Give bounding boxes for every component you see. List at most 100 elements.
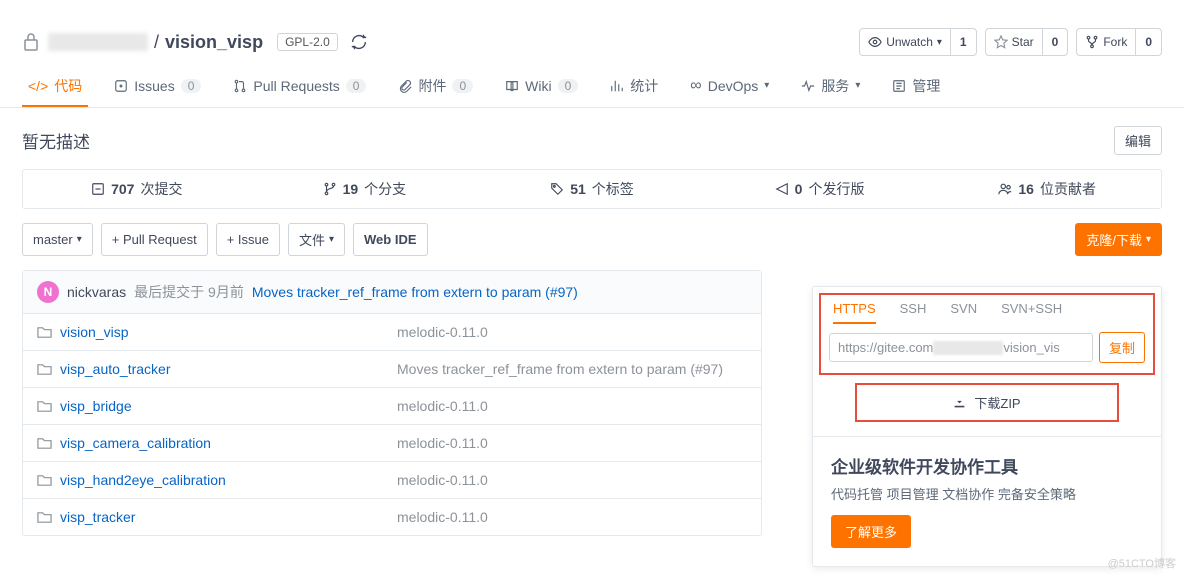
- download-zip-button[interactable]: 下载ZIP: [855, 383, 1119, 422]
- file-name[interactable]: vision_visp: [37, 324, 397, 340]
- devops-icon: ∞: [690, 77, 701, 95]
- web-ide-button[interactable]: Web IDE: [353, 223, 428, 256]
- tag-icon: [550, 182, 564, 196]
- file-commit-msg[interactable]: melodic-0.11.0: [397, 324, 488, 340]
- sync-icon[interactable]: [350, 33, 368, 51]
- clone-tab-svnssh[interactable]: SVN+SSH: [1001, 301, 1062, 324]
- file-name[interactable]: visp_bridge: [37, 398, 397, 414]
- file-row[interactable]: visp_hand2eye_calibrationmelodic-0.11.0: [23, 462, 761, 499]
- clone-url-input[interactable]: https://gitee.com vision_vis: [829, 333, 1093, 362]
- file-commit-msg[interactable]: melodic-0.11.0: [397, 435, 488, 451]
- learn-more-button[interactable]: 了解更多: [831, 515, 911, 548]
- path-separator: /: [154, 32, 159, 53]
- repo-title-group: / vision_visp GPL-2.0: [22, 32, 368, 53]
- folder-icon: [37, 362, 52, 377]
- folder-icon: [37, 510, 52, 525]
- repo-tabs: </>代码 Issues0 Pull Requests0 附件0 Wiki0 统…: [0, 66, 1184, 108]
- license-badge[interactable]: GPL-2.0: [277, 33, 338, 51]
- file-row[interactable]: visp_auto_trackerMoves tracker_ref_frame…: [23, 351, 761, 388]
- promo-desc: 代码托管 项目管理 文档协作 完备安全策略: [831, 484, 1143, 503]
- unwatch-button[interactable]: Unwatch▾ 1: [859, 28, 976, 56]
- branch-icon: [323, 182, 337, 196]
- promo-box: 企业级软件开发协作工具 代码托管 项目管理 文档协作 完备安全策略 了解更多: [813, 436, 1161, 566]
- folder-icon: [37, 473, 52, 488]
- repo-header: / vision_visp GPL-2.0 Unwatch▾ 1 Star 0 …: [0, 0, 1184, 66]
- commit-message-link[interactable]: Moves tracker_ref_frame from extern to p…: [252, 284, 578, 300]
- clone-tab-svn[interactable]: SVN: [950, 301, 977, 324]
- attach-icon: [398, 79, 412, 93]
- branches-stat[interactable]: 19个分支: [251, 170, 479, 208]
- stats-icon: [610, 79, 624, 93]
- file-commit-msg[interactable]: melodic-0.11.0: [397, 472, 488, 488]
- releases-stat[interactable]: 0个发行版: [706, 170, 934, 208]
- lock-icon: [22, 32, 40, 52]
- tab-devops[interactable]: ∞DevOps▾: [684, 66, 775, 107]
- clone-url-row: https://gitee.com vision_vis 复制: [829, 332, 1145, 363]
- issues-icon: [114, 79, 128, 93]
- description-row: 暂无描述 编辑: [0, 108, 1184, 169]
- tab-attach[interactable]: 附件0: [392, 66, 479, 107]
- last-commit-row: N nickvaras 最后提交于 9月前 Moves tracker_ref_…: [23, 271, 761, 314]
- folder-icon: [37, 325, 52, 340]
- file-name[interactable]: visp_hand2eye_calibration: [37, 472, 397, 488]
- promo-title: 企业级软件开发协作工具: [831, 453, 1143, 478]
- file-name[interactable]: visp_camera_calibration: [37, 435, 397, 451]
- pull-icon: [233, 79, 247, 93]
- contributors-stat[interactable]: 16位贡献者: [933, 170, 1161, 208]
- file-name[interactable]: visp_tracker: [37, 509, 397, 525]
- url-blurred: [933, 341, 1003, 355]
- avatar[interactable]: N: [37, 281, 59, 303]
- tab-manage[interactable]: 管理: [886, 66, 946, 107]
- clone-download-button[interactable]: 克隆/下载▾: [1075, 223, 1162, 256]
- wiki-icon: [505, 79, 519, 93]
- repo-actions: Unwatch▾ 1 Star 0 Fork 0: [859, 28, 1162, 56]
- owner-name-blurred: [48, 33, 148, 51]
- tab-stats[interactable]: 统计: [604, 66, 664, 107]
- new-pull-request-button[interactable]: + Pull Request: [101, 223, 208, 256]
- file-row[interactable]: visp_bridgemelodic-0.11.0: [23, 388, 761, 425]
- tab-wiki[interactable]: Wiki0: [499, 66, 584, 107]
- branch-selector[interactable]: master▾: [22, 223, 93, 256]
- clone-tab-https[interactable]: HTTPS: [833, 301, 876, 324]
- tags-stat[interactable]: 51个标签: [478, 170, 706, 208]
- tab-code[interactable]: </>代码: [22, 66, 88, 107]
- file-commit-msg[interactable]: melodic-0.11.0: [397, 398, 488, 414]
- tab-service[interactable]: 服务▾: [795, 66, 866, 107]
- file-panel: N nickvaras 最后提交于 9月前 Moves tracker_ref_…: [22, 270, 762, 536]
- clone-panel: HTTPS SSH SVN SVN+SSH https://gitee.com …: [812, 286, 1162, 567]
- copy-button[interactable]: 复制: [1099, 332, 1145, 363]
- people-icon: [998, 182, 1012, 196]
- repo-name[interactable]: vision_visp: [165, 32, 263, 53]
- new-issue-button[interactable]: + Issue: [216, 223, 280, 256]
- folder-icon: [37, 436, 52, 451]
- file-row[interactable]: visp_camera_calibrationmelodic-0.11.0: [23, 425, 761, 462]
- file-list: vision_vispmelodic-0.11.0visp_auto_track…: [23, 314, 761, 535]
- file-commit-msg[interactable]: melodic-0.11.0: [397, 509, 488, 525]
- files-dropdown[interactable]: 文件▾: [288, 223, 345, 256]
- file-commit-msg[interactable]: Moves tracker_ref_frame from extern to p…: [397, 361, 723, 377]
- code-icon: </>: [28, 78, 48, 94]
- release-icon: [775, 182, 789, 196]
- action-left: master▾ + Pull Request + Issue 文件▾ Web I…: [22, 223, 428, 256]
- manage-icon: [892, 79, 906, 93]
- file-row[interactable]: visp_trackermelodic-0.11.0: [23, 499, 761, 535]
- clone-tabs: HTTPS SSH SVN SVN+SSH: [829, 301, 1145, 332]
- commits-stat[interactable]: 707次提交: [23, 170, 251, 208]
- tab-pulls[interactable]: Pull Requests0: [227, 66, 372, 107]
- commit-icon: [91, 182, 105, 196]
- stats-bar: 707次提交 19个分支 51个标签 0个发行版 16位贡献者: [22, 169, 1162, 209]
- file-name[interactable]: visp_auto_tracker: [37, 361, 397, 377]
- pulse-icon: [801, 79, 815, 93]
- download-icon: [953, 396, 966, 409]
- watermark: @51CTO博客: [1108, 555, 1176, 571]
- edit-description-button[interactable]: 编辑: [1114, 126, 1162, 155]
- star-button[interactable]: Star 0: [985, 28, 1069, 56]
- repo-path[interactable]: / vision_visp: [48, 32, 263, 53]
- commit-author[interactable]: nickvaras: [67, 284, 126, 300]
- commit-meta: 最后提交于 9月前: [134, 282, 244, 302]
- fork-button[interactable]: Fork 0: [1076, 28, 1162, 56]
- clone-highlight-top: HTTPS SSH SVN SVN+SSH https://gitee.com …: [819, 293, 1155, 375]
- tab-issues[interactable]: Issues0: [108, 66, 207, 107]
- file-row[interactable]: vision_vispmelodic-0.11.0: [23, 314, 761, 351]
- clone-tab-ssh[interactable]: SSH: [900, 301, 927, 324]
